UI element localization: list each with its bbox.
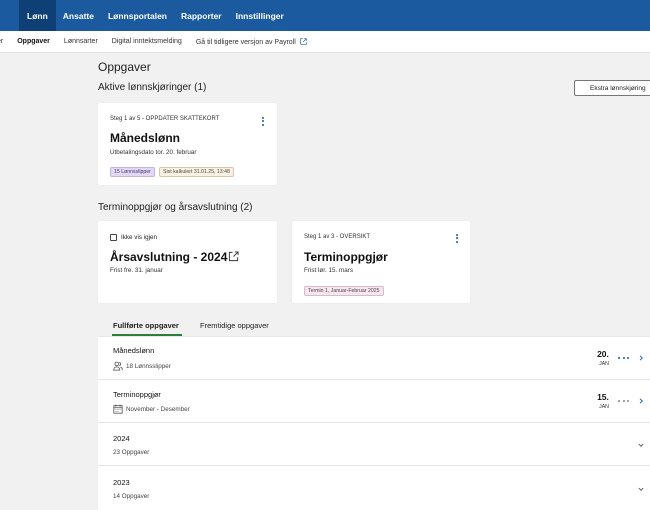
year-title: 2023 [113, 478, 130, 487]
term-settlement-deadline: Frist lør. 15. mars [304, 267, 353, 274]
subnav-lonnsarter[interactable]: Lønnsarter [57, 38, 105, 45]
card-subtitle: Utbetalingsdato tor. 20. februar [110, 149, 197, 156]
top-navigation: Lønn Ansatte Lønnsportalen Rapporter Inn… [0, 0, 650, 31]
chevron-down-icon[interactable] [638, 442, 644, 448]
tab-completed[interactable]: Fullførte oppgaver [113, 321, 179, 330]
date-month: JAN [599, 404, 609, 410]
nav-rapporter[interactable]: Rapporter [174, 0, 229, 31]
year-end-deadline: Frist fre. 31. januar [110, 267, 163, 274]
active-runs-heading: Aktive lønnskjøringer (1) [98, 82, 207, 93]
term-settlement-title: Terminoppgjør [304, 250, 388, 264]
dont-show-again-checkbox[interactable] [110, 234, 117, 241]
nav-ansatte[interactable]: Ansatte [56, 0, 101, 31]
nav-innstillinger[interactable]: Innstillinger [229, 0, 291, 31]
more-options-icon[interactable] [618, 400, 629, 402]
year-group-row[interactable]: 2023 14 Oppgaver [98, 465, 650, 510]
more-options-icon[interactable] [618, 357, 629, 359]
list-item-subtitle: November - Desember [126, 406, 190, 413]
card-more-icon[interactable] [456, 234, 459, 244]
year-task-count: 23 Oppgaver [113, 449, 150, 456]
list-item-subtitle: 18 Lønnsslipper [126, 363, 171, 370]
card-more-icon[interactable] [262, 117, 265, 127]
term-badge: Termin 1, Januar-Februar 2025 [304, 286, 384, 296]
date-day: 15. [597, 392, 609, 402]
tab-future[interactable]: Fremtidige oppgaver [200, 321, 269, 330]
term-settlement-card[interactable]: Steg 1 av 3 - OVERSIKT Terminoppgjør Fri… [292, 221, 470, 303]
payslips-badge: 15 Lønnsslipper [110, 167, 155, 177]
external-link-icon [300, 37, 307, 45]
card-step: Steg 1 av 5 - OPPDATER SKATTEKORT [110, 116, 220, 122]
extra-payroll-button[interactable]: Ekstra lønnskjøring [574, 80, 650, 96]
card-title: Månedslønn [110, 131, 181, 145]
last-calculated-badge: Sist kalkulert 31.01.25, 13:48 [159, 167, 234, 177]
year-end-card[interactable]: Ikke vis igjen Årsavslutning - 2024 Fris… [98, 221, 277, 303]
list-item-title: Terminoppgjør [113, 390, 161, 399]
active-run-card[interactable]: Steg 1 av 5 - OPPDATER SKATTEKORT Måneds… [98, 103, 277, 185]
sub-navigation: er Oppgaver Lønnsarter Digital inntektsm… [0, 31, 650, 53]
dont-show-again-label: Ikke vis igjen [121, 234, 158, 241]
subnav-truncated-item[interactable]: er [0, 38, 10, 45]
year-title: 2024 [113, 434, 130, 443]
previous-version-label: Gå til tidligere versjon av Payroll [195, 38, 296, 46]
year-task-count: 14 Oppgaver [113, 493, 150, 500]
list-item-title: Månedslønn [113, 346, 155, 355]
chevron-right-icon[interactable] [638, 398, 644, 404]
external-link-icon[interactable] [228, 251, 239, 262]
terms-heading: Terminoppgjør og årsavslutning (2) [98, 202, 253, 213]
subnav-digital-inntektsmelding[interactable]: Digital inntektsmelding [105, 38, 189, 45]
nav-lonnsportalen[interactable]: Lønnsportalen [101, 0, 174, 31]
list-item[interactable]: Terminoppgjør November - Desember 15. JA… [98, 379, 650, 422]
list-item[interactable]: Månedslønn 18 Lønnsslipper 20. JAN [98, 336, 650, 379]
nav-lonn[interactable]: Lønn [19, 0, 56, 31]
page-title: Oppgaver [98, 60, 151, 74]
chevron-right-icon[interactable] [638, 355, 644, 361]
calendar-icon [113, 404, 123, 414]
year-group-row[interactable]: 2024 23 Oppgaver [98, 422, 650, 465]
date-month: JAN [599, 361, 609, 367]
year-end-title: Årsavslutning - 2024 [110, 250, 228, 264]
tasks-tabs: Fullførte oppgaver Fremtidige oppgaver [98, 317, 650, 336]
date-day: 20. [597, 349, 609, 359]
chevron-down-icon[interactable] [638, 486, 644, 492]
people-icon [113, 361, 123, 371]
subnav-previous-version-link[interactable]: Gå til tidligere versjon av Payroll [189, 37, 314, 46]
subnav-oppgaver[interactable]: Oppgaver [10, 38, 57, 45]
card-step: Steg 1 av 3 - OVERSIKT [304, 234, 371, 240]
